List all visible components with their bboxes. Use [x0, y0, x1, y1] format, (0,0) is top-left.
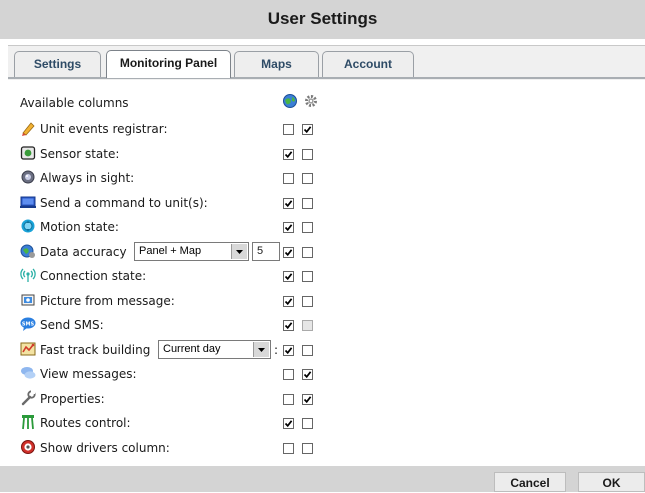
column-label: Show drivers column: [40, 441, 170, 455]
column-label: Always in sight: [40, 171, 135, 185]
panel-column-checkbox[interactable] [283, 418, 294, 429]
wrench-icon [20, 390, 36, 406]
svg-text:SMS: SMS [22, 321, 35, 327]
column-row: Show drivers column: [20, 438, 320, 458]
map-column-checkbox[interactable] [302, 345, 313, 356]
panel-column-checkbox[interactable] [283, 173, 294, 184]
column-row: Connection state: [20, 266, 320, 286]
terminal-icon [20, 194, 36, 210]
map-column-checkbox[interactable] [302, 198, 313, 209]
column-label: View messages: [40, 367, 137, 381]
column-row: Properties: [20, 389, 320, 409]
column-label: Connection state: [40, 269, 147, 283]
accuracy-number-value: 5 [257, 245, 264, 257]
map-column-checkbox[interactable] [302, 173, 313, 184]
column-label: Properties: [40, 392, 105, 406]
sensor-icon [20, 145, 36, 161]
sms-icon: SMS [20, 316, 36, 332]
select-value: Panel + Map [139, 245, 202, 257]
column-label: Routes control: [40, 416, 131, 430]
panel-column-checkbox[interactable] [283, 124, 294, 135]
map-column-checkbox[interactable] [302, 443, 313, 454]
camera-icon [20, 292, 36, 308]
panel-column-checkbox[interactable] [283, 271, 294, 282]
map-column-checkbox[interactable] [302, 124, 313, 135]
column-row: Fast track building Current day: [20, 340, 320, 360]
panel-column-checkbox[interactable] [283, 394, 294, 405]
map-column-checkbox[interactable] [302, 296, 313, 307]
map-column-checkbox[interactable] [302, 394, 313, 405]
column-row: SMS Send SMS: [20, 315, 320, 335]
map-column-checkbox[interactable] [302, 222, 313, 233]
pencil-icon [20, 120, 36, 136]
column-row: Data accuracy Panel + Map 5 [20, 242, 320, 262]
eye-icon [20, 169, 36, 185]
cancel-button[interactable]: Cancel [494, 472, 566, 492]
column-label: Data accuracy [40, 245, 127, 259]
column-row: Sensor state: [20, 144, 320, 164]
panel-column-checkbox[interactable] [283, 198, 294, 209]
tab-maps[interactable]: Maps [234, 51, 319, 77]
gear-icon [305, 95, 317, 107]
ok-button[interactable]: OK [578, 472, 645, 492]
steering-wheel-icon [20, 439, 36, 455]
column-row: Picture from message: [20, 291, 320, 311]
panel-column-checkbox[interactable] [283, 369, 294, 380]
accuracy-number-field[interactable]: 5 [252, 242, 280, 261]
column-label: Motion state: [40, 220, 119, 234]
motion-icon [20, 218, 36, 234]
map-column-checkbox[interactable] [302, 369, 313, 380]
panel-column-checkbox[interactable] [283, 222, 294, 233]
data-accuracy-select[interactable]: Panel + Map [134, 242, 249, 261]
map-column-checkbox[interactable] [302, 418, 313, 429]
column-row: Unit events registrar: [20, 119, 320, 139]
column-label: Send SMS: [40, 318, 104, 332]
messages-icon [20, 365, 36, 381]
column-label: Sensor state: [40, 147, 120, 161]
tab-divider [8, 77, 645, 79]
track-period-select[interactable]: Current day [158, 340, 271, 359]
column-label: Fast track building [40, 343, 151, 357]
panel-column-checkbox[interactable] [283, 296, 294, 307]
panel-column-checkbox[interactable] [283, 247, 294, 258]
chevron-down-icon[interactable] [231, 244, 247, 259]
column-label: Send a command to unit(s): [40, 196, 208, 210]
panel-column-checkbox[interactable] [283, 149, 294, 160]
map-column-checkbox[interactable] [302, 149, 313, 160]
track-icon [20, 341, 36, 357]
signal-icon [20, 267, 36, 283]
column-row: View messages: [20, 364, 320, 384]
column-header-icons [282, 93, 322, 109]
globe-icon [283, 94, 297, 108]
routes-icon [20, 414, 36, 430]
panel-column-checkbox[interactable] [283, 345, 294, 356]
tab-settings[interactable]: Settings [14, 51, 101, 77]
tab-monitoring-panel[interactable]: Monitoring Panel [106, 50, 231, 78]
label-suffix: : [274, 343, 279, 357]
column-label: Picture from message: [40, 294, 175, 308]
satellite-icon [20, 243, 36, 259]
map-column-checkbox[interactable] [302, 247, 313, 258]
tab-account[interactable]: Account [322, 51, 414, 77]
column-row: Send a command to unit(s): [20, 193, 320, 213]
column-label: Unit events registrar: [40, 122, 168, 136]
select-value: Current day [163, 343, 221, 355]
column-row: Routes control: [20, 413, 320, 433]
window-title: User Settings [267, 9, 378, 28]
map-column-checkbox[interactable] [302, 271, 313, 282]
map-column-checkbox [302, 320, 313, 331]
column-row: Always in sight: [20, 168, 320, 188]
available-columns-label: Available columns [20, 96, 129, 110]
column-row: Motion state: [20, 217, 320, 237]
panel-column-checkbox[interactable] [283, 320, 294, 331]
chevron-down-icon[interactable] [253, 342, 269, 357]
panel-column-checkbox[interactable] [283, 443, 294, 454]
